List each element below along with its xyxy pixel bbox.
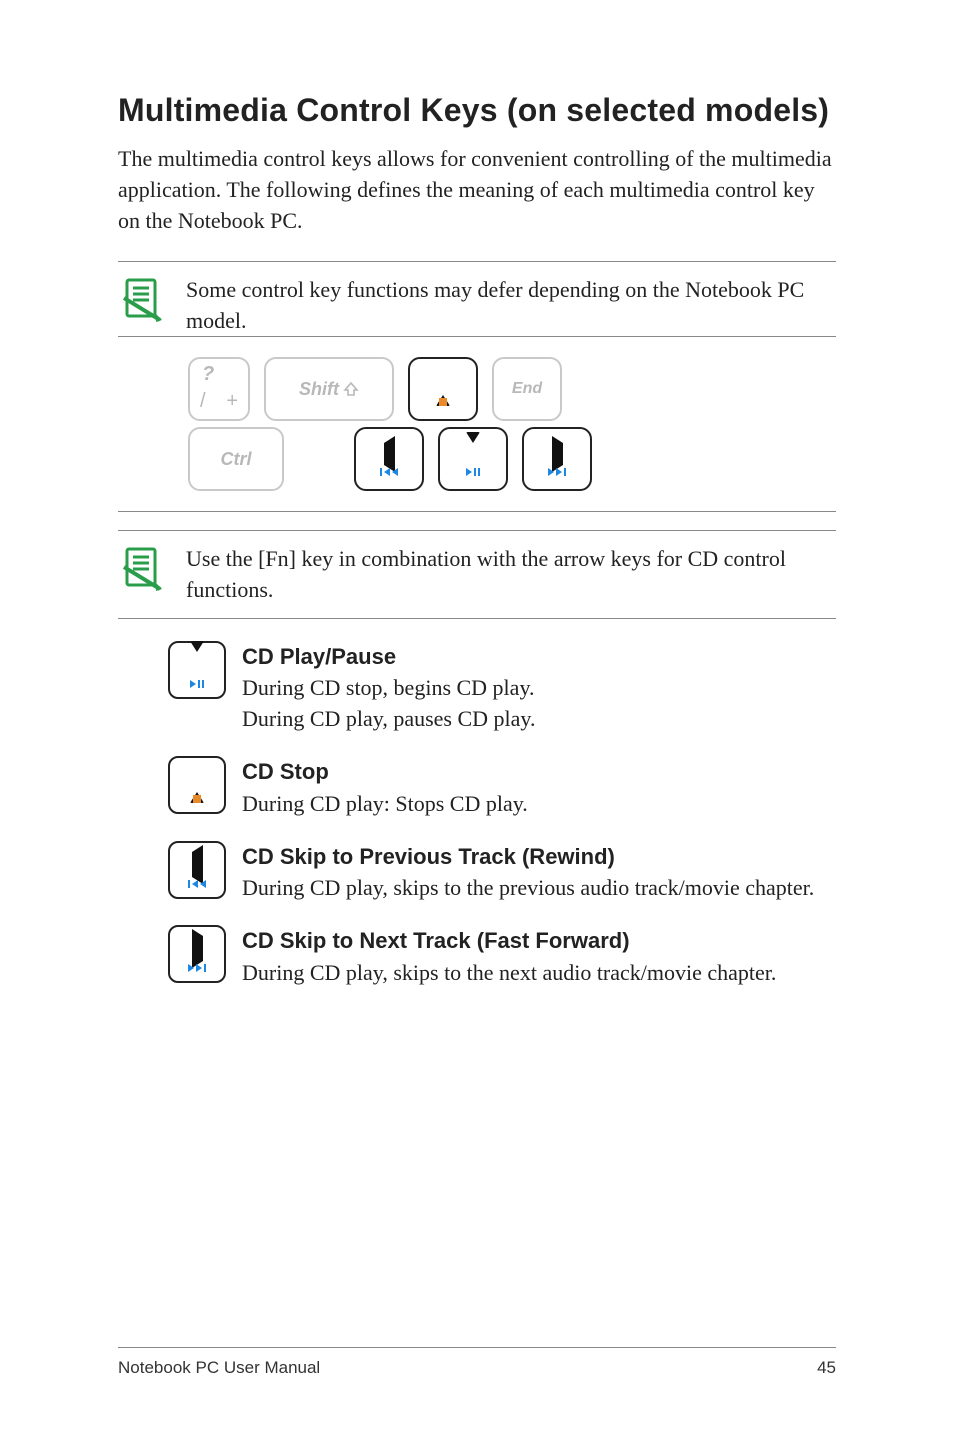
- page-title: Multimedia Control Keys (on selected mod…: [118, 92, 836, 129]
- key-question: ?: [202, 363, 214, 386]
- key-slash-plus: ? / +: [188, 357, 250, 421]
- skip-prev-icon: [188, 880, 206, 888]
- intro-paragraph: The multimedia control keys allows for c…: [118, 143, 836, 237]
- note-mid-text: Use the [Fn] key in combination with the…: [186, 543, 836, 605]
- key-shift: Shift: [264, 357, 394, 421]
- fn-stop-title: CD Stop: [242, 756, 528, 787]
- fn-stop-key: [168, 756, 226, 814]
- arrow-left-icon: [384, 436, 395, 472]
- fn-play-pause-line2: During CD play, pauses CD play.: [242, 703, 536, 734]
- fn-next: CD Skip to Next Track (Fast Forward) Dur…: [168, 925, 836, 987]
- skip-next-icon: [188, 964, 206, 972]
- key-down-playpause: [438, 427, 508, 491]
- stop-icon: [193, 795, 201, 803]
- note-mid: Use the [Fn] key in combination with the…: [118, 530, 836, 618]
- key-shift-label: Shift: [299, 379, 339, 400]
- fn-stop-line1: During CD play: Stops CD play.: [242, 788, 528, 819]
- fn-play-pause-title: CD Play/Pause: [242, 641, 536, 672]
- key-right-next: [522, 427, 592, 491]
- note-icon: [118, 276, 166, 329]
- stop-icon: [439, 398, 447, 406]
- fn-play-pause-line1: During CD stop, begins CD play.: [242, 672, 536, 703]
- key-end-label: End: [512, 380, 542, 398]
- arrow-right-icon: [552, 436, 563, 472]
- shift-arrow-icon: [343, 381, 359, 397]
- fn-prev: CD Skip to Previous Track (Rewind) Durin…: [168, 841, 836, 903]
- key-left-prev: [354, 427, 424, 491]
- key-up-stop: [408, 357, 478, 421]
- page-footer: Notebook PC User Manual 45: [118, 1347, 836, 1378]
- arrow-left-icon: [192, 845, 203, 884]
- fn-next-line1: During CD play, skips to the next audio …: [242, 957, 776, 988]
- key-ctrl-label: Ctrl: [221, 449, 252, 470]
- skip-prev-icon: [380, 468, 398, 476]
- fn-play-pause-key: [168, 641, 226, 699]
- fn-prev-title: CD Skip to Previous Track (Rewind): [242, 841, 814, 872]
- key-plus: +: [226, 390, 238, 413]
- keyboard-diagram: ? / + Shift End Ctrl: [118, 336, 836, 512]
- play-pause-icon: [190, 680, 204, 688]
- fn-prev-line1: During CD play, skips to the previous au…: [242, 872, 814, 903]
- key-end: End: [492, 357, 562, 421]
- note-top-text: Some control key functions may defer dep…: [186, 274, 836, 336]
- fn-prev-key: [168, 841, 226, 899]
- play-pause-icon: [466, 468, 480, 476]
- fn-play-pause: CD Play/Pause During CD stop, begins CD …: [168, 641, 836, 735]
- key-ctrl: Ctrl: [188, 427, 284, 491]
- footer-page-number: 45: [817, 1358, 836, 1378]
- arrow-down-icon: [190, 641, 204, 677]
- key-slash: /: [200, 390, 206, 413]
- arrow-down-icon: [466, 432, 480, 465]
- note-icon: [118, 545, 166, 598]
- fn-next-key: [168, 925, 226, 983]
- fn-stop: CD Stop During CD play: Stops CD play.: [168, 756, 836, 818]
- fn-next-title: CD Skip to Next Track (Fast Forward): [242, 925, 776, 956]
- arrow-right-icon: [192, 929, 203, 968]
- note-top: Some control key functions may defer dep…: [118, 261, 836, 336]
- footer-left: Notebook PC User Manual: [118, 1358, 320, 1378]
- skip-next-icon: [548, 468, 566, 476]
